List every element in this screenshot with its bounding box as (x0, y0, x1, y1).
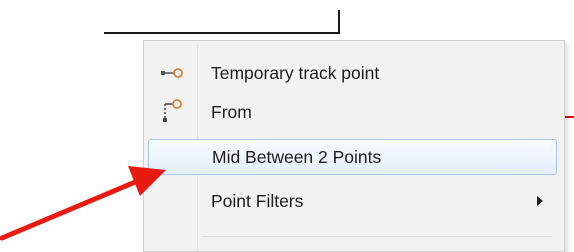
annotation-arrow-icon (0, 166, 166, 241)
